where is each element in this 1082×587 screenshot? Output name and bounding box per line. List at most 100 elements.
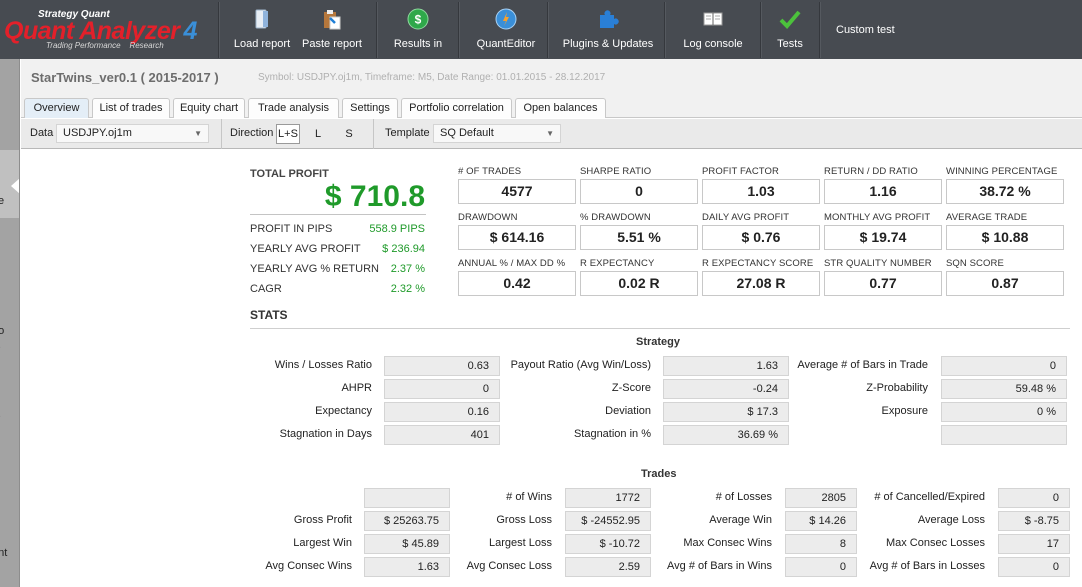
checkmark-icon [779,10,801,29]
collapse-arrow-icon[interactable] [11,178,19,194]
summary-row-label: PROFIT IN PIPS [250,223,333,235]
stat-value: $ 25263.75 [364,511,450,531]
stat-value: 36.69 % [663,425,789,445]
metric-label: ANNUAL % / MAX DD % [458,258,566,269]
tab-trade-analysis[interactable]: Trade analysis [248,98,339,118]
filter-bar: Data USDJPY.oj1m ▼ Direction L+S L S Tem… [21,119,1082,149]
direction-label: Direction [230,127,274,139]
stat-label: Largest Win [293,537,352,549]
quant-editor-button[interactable]: QuantEditor [464,0,548,59]
toolbar-separator [547,2,549,58]
stat-label: Avg Consec Wins [265,560,352,572]
direction-short-button[interactable]: S [337,124,361,144]
summary-row-value: 2.32 % [390,283,425,295]
stat-value: $ 17.3 [663,402,789,422]
metric-card: MONTHLY AVG PROFIT $ 19.74 [824,212,942,250]
load-report-button[interactable]: Load report [228,0,296,59]
results-in-button[interactable]: $ Results in [382,0,454,59]
metric-value: 1.16 [824,179,942,204]
tab-portfolio-correlation[interactable]: Portfolio correlation [401,98,512,118]
load-report-label: Load report [233,38,291,50]
main-toolbar: Strategy Quant Quant Analyzer 4 Trading P… [0,0,1082,59]
toolbar-separator [218,2,220,58]
template-label: Template [385,127,430,139]
collapsed-side-panel: e rlo s s ent [0,59,20,587]
plugins-updates-button[interactable]: Plugins & Updates [552,0,664,59]
metric-value: 4577 [458,179,576,204]
dollar-icon: $ [407,8,429,30]
metric-label: DRAWDOWN [458,212,518,223]
filter-separator [373,119,374,149]
metric-card: ANNUAL % / MAX DD % 0.42 [458,258,576,296]
metric-card: SHARPE RATIO 0 [580,166,698,204]
stat-label: Gross Loss [496,514,552,526]
metric-label: DAILY AVG PROFIT [702,212,790,223]
stat-label: Stagnation in % [573,428,651,440]
tests-button[interactable]: Tests [764,0,816,59]
summary-row: YEARLY AVG PROFIT $ 236.94 [250,243,425,255]
log-console-button[interactable]: Log console [670,0,756,59]
side-panel-label[interactable]: s [0,409,1,421]
side-panel-label[interactable]: e [0,195,4,207]
tab-list-of-trades[interactable]: List of trades [92,98,170,118]
stat-label: Z-Probability [866,382,928,394]
stats-divider [250,328,1070,329]
stat-value: 0.16 [384,402,500,422]
paste-report-button[interactable]: Paste report [298,0,366,59]
logo-version: 4 [183,17,197,45]
stat-label: Payout Ratio (Avg Win/Loss) [510,359,651,371]
stat-label: Avg Consec Loss [466,560,552,572]
stat-value: 1.63 [663,356,789,376]
tab-equity-chart[interactable]: Equity chart [173,98,245,118]
metric-label: R EXPECTANCY [580,258,655,269]
metric-label: # OF TRADES [458,166,522,177]
metric-card: STR QUALITY NUMBER 0.77 [824,258,942,296]
side-panel-label[interactable]: rlo [0,325,4,337]
direction-long-button[interactable]: L [306,124,330,144]
chevron-down-icon: ▼ [546,129,554,138]
metric-value: 0.77 [824,271,942,296]
clipboard-icon [324,10,341,30]
stat-value: -0.24 [663,379,789,399]
metric-value: $ 19.74 [824,225,942,250]
metric-card: # OF TRADES 4577 [458,166,576,204]
direction-both-button[interactable]: L+S [276,124,300,144]
metric-card: SQN SCORE 0.87 [946,258,1064,296]
total-profit-label: TOTAL PROFIT [250,168,329,180]
tab-settings[interactable]: Settings [342,98,398,118]
app-logo: Strategy Quant Quant Analyzer 4 Trading P… [0,0,212,59]
metric-label: PROFIT FACTOR [702,166,779,177]
metric-value: 1.03 [702,179,820,204]
tab-open-balances[interactable]: Open balances [515,98,606,118]
report-header: StarTwins_ver0.1 ( 2015-2017 ) Symbol: U… [21,59,1082,96]
svg-text:$: $ [415,13,422,27]
toolbar-separator [376,2,378,58]
chevron-down-icon: ▼ [194,129,202,138]
stat-label: AHPR [341,382,372,394]
metric-label: AVERAGE TRADE [946,212,1028,223]
folder-icon [255,9,268,29]
stat-value: 0 [998,488,1070,508]
side-panel-label[interactable]: ent [0,547,7,559]
data-select[interactable]: USDJPY.oj1m ▼ [56,124,209,143]
stat-label: Gross Profit [293,514,352,526]
tests-label: Tests [777,38,803,50]
stat-value [364,488,450,508]
custom-test-link[interactable]: Custom test [836,24,895,36]
side-panel-label[interactable]: s [0,340,1,352]
stat-label: Z-Score [611,382,651,394]
stat-value: 0 [384,379,500,399]
tab-overview[interactable]: Overview [24,98,89,118]
editor-icon [495,8,517,30]
stat-label: # of Wins [506,491,552,503]
stat-label: # of Losses [715,491,772,503]
stat-label: Average # of Bars in Trade [797,359,928,371]
stat-value: $ 14.26 [785,511,857,531]
metric-card: R EXPECTANCY SCORE 27.08 R [702,258,820,296]
metric-label: WINNING PERCENTAGE [946,166,1058,177]
metric-value: 0 [580,179,698,204]
stat-value: $ -24552.95 [565,511,651,531]
log-console-label: Log console [683,38,743,50]
template-select[interactable]: SQ Default ▼ [433,124,561,143]
stat-value: 0 [941,356,1067,376]
